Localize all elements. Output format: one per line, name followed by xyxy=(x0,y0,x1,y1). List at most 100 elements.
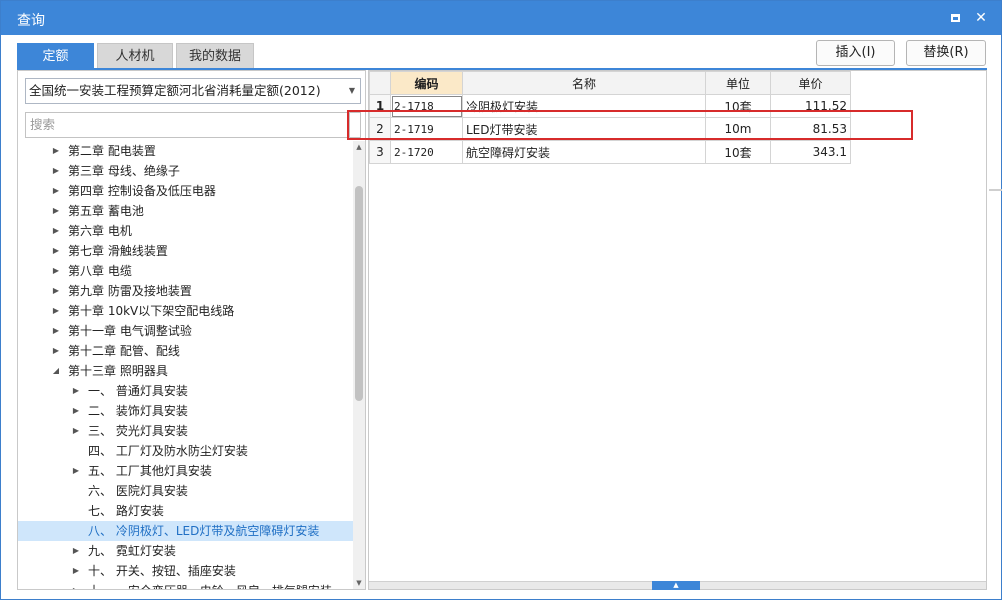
collapsed-arrow-icon[interactable]: ▶ xyxy=(51,261,61,281)
tree-item[interactable]: ▶ 第八章 电缆 xyxy=(18,261,353,281)
quota-table: 编码 名称 单位 单价 1 2-1718 冷阴极灯安装 10套 111.52 2… xyxy=(369,71,851,164)
tree-item[interactable]: ▶ 九、 霓虹灯安装 xyxy=(18,541,353,561)
tree-item-label: 二、 装饰灯具安装 xyxy=(88,404,188,418)
expanded-arrow-icon[interactable]: ◢ xyxy=(51,361,61,381)
expand-up-icon[interactable]: ▲ xyxy=(652,581,700,590)
tree-scrollbar[interactable]: ▲ ▼ xyxy=(353,141,365,589)
collapsed-arrow-icon[interactable]: ▶ xyxy=(51,141,61,161)
close-icon[interactable]: ✕ xyxy=(971,8,991,28)
tree-item[interactable]: ▶ 第六章 电机 xyxy=(18,221,353,241)
collapsed-arrow-icon[interactable]: ▶ xyxy=(51,281,61,301)
tab-my-data[interactable]: 我的数据 xyxy=(176,43,254,69)
tree-item[interactable]: ▶ 五、 工厂其他灯具安装 xyxy=(18,461,353,481)
row-number: 3 xyxy=(369,140,391,164)
tree-item-label: 九、 霓虹灯安装 xyxy=(88,544,176,558)
scrollbar-thumb[interactable] xyxy=(355,186,363,401)
collapsed-arrow-icon[interactable]: ▶ xyxy=(71,401,81,421)
row-number-header xyxy=(369,71,391,95)
tree-item[interactable]: 四、 工厂灯及防水防尘灯安装 xyxy=(18,441,353,461)
cell-price[interactable]: 343.1 xyxy=(770,140,851,164)
table-header-row: 编码 名称 单位 单价 xyxy=(369,71,851,95)
cell-code[interactable]: 2-1720 xyxy=(390,140,463,164)
collapsed-arrow-icon[interactable]: ▶ xyxy=(51,241,61,261)
chevron-down-icon: ▼ xyxy=(348,86,355,95)
tree-item[interactable]: 八、 冷阴极灯、LED灯带及航空障碍灯安装 xyxy=(18,521,353,541)
cell-name[interactable]: 冷阴极灯安装 xyxy=(462,94,706,118)
quota-tree-panel: 全国统一安装工程预算定额河北省消耗量定额(2012) ▼ 搜索 ▶ 第二章 配电装… xyxy=(17,70,366,590)
collapsed-arrow-icon[interactable]: ▶ xyxy=(71,581,81,589)
tree-item-label: 第四章 控制设备及低压电器 xyxy=(68,184,216,198)
collapsed-arrow-icon[interactable]: ▶ xyxy=(71,421,81,441)
tree-item[interactable]: ▶ 三、 荧光灯具安装 xyxy=(18,421,353,441)
cell-price[interactable]: 81.53 xyxy=(770,117,851,141)
table-row[interactable]: 2 2-1719 LED灯带安装 10m 81.53 xyxy=(369,117,851,141)
collapsed-arrow-icon[interactable]: ▶ xyxy=(51,221,61,241)
collapsed-arrow-icon[interactable]: ▶ xyxy=(71,561,81,581)
scroll-down-icon[interactable]: ▼ xyxy=(353,577,365,589)
library-select-value: 全国统一安装工程预算定额河北省消耗量定额(2012) xyxy=(29,83,321,98)
panel-splitter[interactable]: ▲ xyxy=(369,581,986,590)
tree-item[interactable]: ▶ 十、 开关、按钮、插座安装 xyxy=(18,561,353,581)
replace-button[interactable]: 替换(R) xyxy=(906,40,986,66)
cell-code[interactable]: 2-1719 xyxy=(390,117,463,141)
tree-item[interactable]: ▶ 第二章 配电装置 xyxy=(18,141,353,161)
tree-item[interactable]: ▶ 第三章 母线、绝缘子 xyxy=(18,161,353,181)
collapsed-arrow-icon[interactable]: ▶ xyxy=(51,181,61,201)
tree-item-label: 十、 开关、按钮、插座安装 xyxy=(88,564,236,578)
tree-item-label: 八、 冷阴极灯、LED灯带及航空障碍灯安装 xyxy=(88,524,320,538)
tree-item[interactable]: ▶ 十一、 安全变压器、电铃、风扇、排气腿安装 xyxy=(18,581,353,589)
column-header-code[interactable]: 编码 xyxy=(390,71,463,95)
collapsed-arrow-icon[interactable]: ▶ xyxy=(51,161,61,181)
table-row[interactable]: 3 2-1720 航空障碍灯安装 10套 343.1 xyxy=(369,140,851,164)
tree-item-label: 五、 工厂其他灯具安装 xyxy=(88,464,212,478)
tree-item[interactable]: ▶ 第十章 10kV以下架空配电线路 xyxy=(18,301,353,321)
tree-item[interactable]: ▶ 第七章 滑触线装置 xyxy=(18,241,353,261)
column-header-unit[interactable]: 单位 xyxy=(705,71,771,95)
tree-item-label: 第三章 母线、绝缘子 xyxy=(68,164,180,178)
cell-code[interactable]: 2-1718 xyxy=(390,94,463,118)
tree-item[interactable]: ◢ 第十三章 照明器具 xyxy=(18,361,353,381)
tree-item[interactable]: ▶ 第十二章 配管、配线 xyxy=(18,341,353,361)
cell-unit[interactable]: 10套 xyxy=(705,140,771,164)
collapsed-arrow-icon[interactable]: ▶ xyxy=(51,341,61,361)
tree-item-label: 四、 工厂灯及防水防尘灯安装 xyxy=(88,444,248,458)
title-bar: 查询 ✕ xyxy=(1,1,1001,35)
collapsed-arrow-icon[interactable]: ▶ xyxy=(51,321,61,341)
cell-unit[interactable]: 10套 xyxy=(705,94,771,118)
cell-price[interactable]: 111.52 xyxy=(770,94,851,118)
tree-item[interactable]: ▶ 二、 装饰灯具安装 xyxy=(18,401,353,421)
tab-labor-materials[interactable]: 人材机 xyxy=(97,43,173,69)
search-input[interactable]: 搜索 xyxy=(25,112,361,138)
tree-item-label: 六、 医院灯具安装 xyxy=(88,484,188,498)
search-placeholder: 搜索 xyxy=(30,117,56,132)
tab-quota[interactable]: 定额 xyxy=(17,43,94,69)
tree-item[interactable]: ▶ 一、 普通灯具安装 xyxy=(18,381,353,401)
collapsed-arrow-icon[interactable]: ▶ xyxy=(71,461,81,481)
cell-unit[interactable]: 10m xyxy=(705,117,771,141)
collapsed-arrow-icon[interactable]: ▶ xyxy=(51,301,61,321)
table-row[interactable]: 1 2-1718 冷阴极灯安装 10套 111.52 xyxy=(369,94,851,118)
maximize-icon[interactable] xyxy=(945,8,965,28)
column-header-price[interactable]: 单价 xyxy=(770,71,851,95)
scroll-up-icon[interactable]: ▲ xyxy=(353,141,365,153)
tree-item-label: 第八章 电缆 xyxy=(68,264,132,278)
tree-item-label: 第九章 防雷及接地装置 xyxy=(68,284,192,298)
tree-item[interactable]: 六、 医院灯具安装 xyxy=(18,481,353,501)
cell-name[interactable]: LED灯带安装 xyxy=(462,117,706,141)
collapsed-arrow-icon[interactable]: ▶ xyxy=(51,201,61,221)
cell-name[interactable]: 航空障碍灯安装 xyxy=(462,140,706,164)
collapsed-arrow-icon[interactable]: ▶ xyxy=(71,381,81,401)
tree-item-label: 第十三章 照明器具 xyxy=(68,364,168,378)
tree-item[interactable]: ▶ 第四章 控制设备及低压电器 xyxy=(18,181,353,201)
tree-item[interactable]: ▶ 第五章 蓄电池 xyxy=(18,201,353,221)
collapsed-arrow-icon[interactable]: ▶ xyxy=(71,541,81,561)
tree-item-label: 第十二章 配管、配线 xyxy=(68,344,180,358)
tree-item-label: 第五章 蓄电池 xyxy=(68,204,144,218)
column-header-name[interactable]: 名称 xyxy=(462,71,706,95)
insert-button[interactable]: 插入(I) xyxy=(816,40,895,66)
library-select[interactable]: 全国统一安装工程预算定额河北省消耗量定额(2012) ▼ xyxy=(25,78,361,104)
tree-item[interactable]: ▶ 第九章 防雷及接地装置 xyxy=(18,281,353,301)
row-number: 2 xyxy=(369,117,391,141)
tree-item[interactable]: ▶ 第十一章 电气调整试验 xyxy=(18,321,353,341)
tree-item[interactable]: 七、 路灯安装 xyxy=(18,501,353,521)
